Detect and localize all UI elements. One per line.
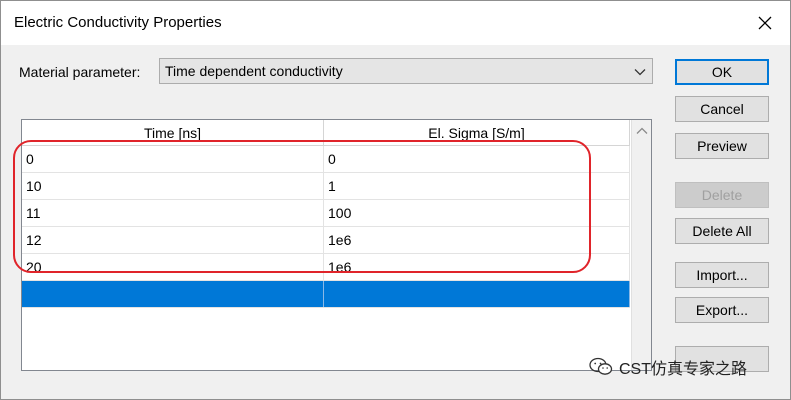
sigma-cell-new[interactable] xyxy=(324,281,630,307)
time-cell[interactable]: 20 xyxy=(22,254,324,280)
time-cell[interactable]: 0 xyxy=(22,146,324,172)
watermark: CST仿真专家之路 xyxy=(589,353,747,381)
electric-conductivity-dialog: Electric Conductivity Properties Materia… xyxy=(0,0,791,400)
sigma-cell[interactable]: 0 xyxy=(324,146,630,172)
cancel-button[interactable]: Cancel xyxy=(675,96,769,122)
material-parameter-dropdown[interactable]: Time dependent conductivity xyxy=(159,58,653,84)
close-button[interactable] xyxy=(751,9,779,37)
sigma-cell[interactable]: 1e6 xyxy=(324,227,630,253)
chevron-down-icon xyxy=(634,69,646,76)
wechat-icon xyxy=(589,357,613,375)
material-parameter-label: Material parameter: xyxy=(19,64,141,80)
table-row[interactable]: 0 0 xyxy=(22,146,630,173)
import-button[interactable]: Import... xyxy=(675,262,769,288)
window-title: Electric Conductivity Properties xyxy=(14,14,222,31)
sigma-cell[interactable]: 1 xyxy=(324,173,630,199)
table-row-new-selected[interactable] xyxy=(22,281,630,308)
time-cell[interactable]: 10 xyxy=(22,173,324,199)
close-icon xyxy=(758,16,772,30)
sigma-cell[interactable]: 100 xyxy=(324,200,630,226)
scroll-up-icon[interactable] xyxy=(636,126,648,136)
title-bar: Electric Conductivity Properties xyxy=(1,1,790,45)
ok-button[interactable]: OK xyxy=(675,59,769,85)
time-cell-new[interactable] xyxy=(22,281,324,307)
export-button[interactable]: Export... xyxy=(675,297,769,323)
preview-button[interactable]: Preview xyxy=(675,133,769,159)
table-row[interactable]: 20 1e6 xyxy=(22,254,630,281)
column-header-time[interactable]: Time [ns] xyxy=(22,120,324,145)
vertical-scrollbar[interactable] xyxy=(631,120,651,370)
time-cell[interactable]: 11 xyxy=(22,200,324,226)
table-header: Time [ns] El. Sigma [S/m] xyxy=(22,120,630,146)
conductivity-table[interactable]: Time [ns] El. Sigma [S/m] 0 0 10 1 11 10… xyxy=(21,119,652,371)
material-parameter-value: Time dependent conductivity xyxy=(165,63,343,79)
table-row[interactable]: 12 1e6 xyxy=(22,227,630,254)
watermark-text: CST仿真专家之路 xyxy=(619,361,748,378)
delete-button[interactable]: Delete xyxy=(675,182,769,208)
table-body: 0 0 10 1 11 100 12 1e6 20 1e6 xyxy=(22,146,630,308)
table-row[interactable]: 10 1 xyxy=(22,173,630,200)
table-row[interactable]: 11 100 xyxy=(22,200,630,227)
sigma-cell[interactable]: 1e6 xyxy=(324,254,630,280)
delete-all-button[interactable]: Delete All xyxy=(675,218,769,244)
time-cell[interactable]: 12 xyxy=(22,227,324,253)
column-header-sigma[interactable]: El. Sigma [S/m] xyxy=(324,120,630,145)
